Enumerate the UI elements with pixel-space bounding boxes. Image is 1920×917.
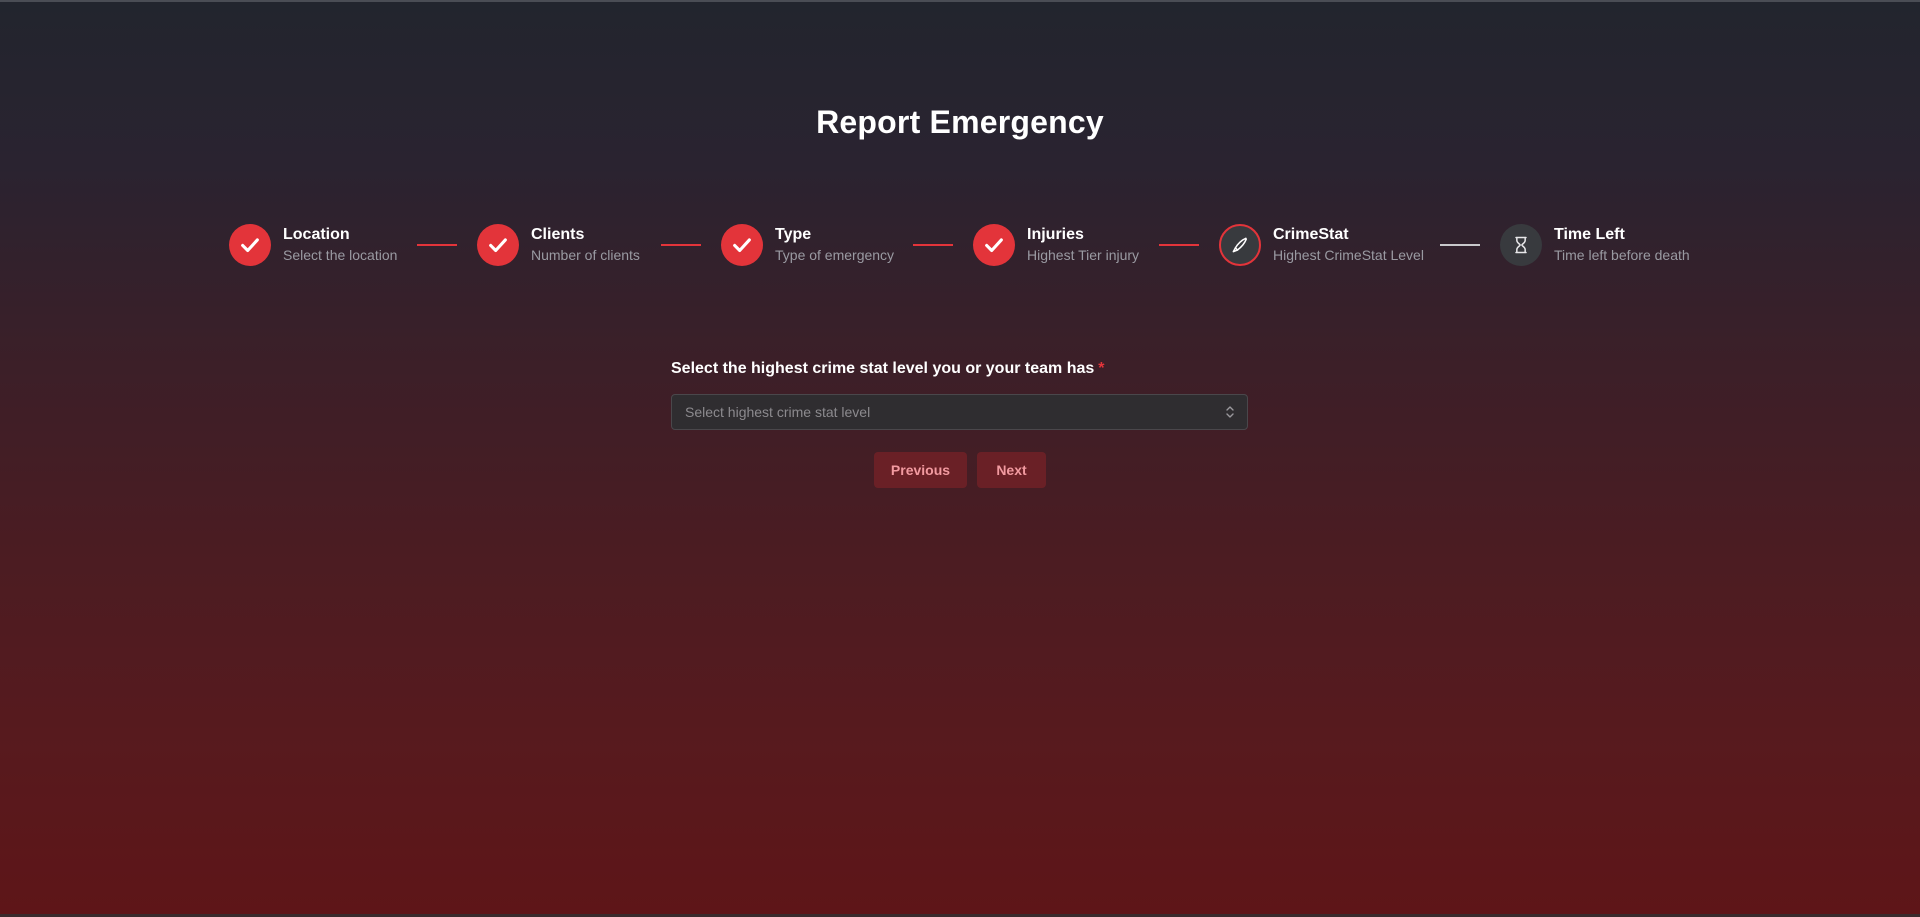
select-placeholder: Select highest crime stat level	[685, 404, 871, 420]
step-description: Highest CrimeStat Level	[1273, 247, 1424, 263]
chevron-up-down-icon	[1225, 405, 1235, 419]
step-connector	[913, 244, 953, 246]
knife-icon	[1232, 237, 1247, 253]
step-title: Injuries	[1027, 226, 1084, 243]
step-title: Clients	[531, 226, 585, 243]
page-title: Report Emergency	[816, 104, 1104, 140]
step-connector	[417, 244, 457, 246]
step-injuries-indicator	[973, 224, 1015, 266]
hourglass-icon	[1515, 236, 1527, 254]
check-icon	[489, 238, 507, 253]
step-location[interactable]: Location Select the location	[229, 222, 397, 268]
crimestat-form: Select the highest crime stat level you …	[671, 358, 1248, 430]
crimestat-label-text: Select the highest crime stat level you …	[671, 360, 1095, 377]
previous-button[interactable]: Previous	[874, 452, 967, 488]
step-location-indicator	[229, 224, 271, 266]
window-top-border	[0, 0, 1920, 2]
stepper: Location Select the location Clients Num…	[0, 222, 1920, 268]
step-title: Time Left	[1554, 226, 1625, 243]
form-navigation: Previous Next	[874, 452, 1046, 488]
step-description: Time left before death	[1554, 247, 1690, 263]
step-description: Number of clients	[531, 247, 640, 263]
step-type-indicator	[721, 224, 763, 266]
step-description: Highest Tier injury	[1027, 247, 1140, 263]
crimestat-field-label: Select the highest crime stat level you …	[671, 358, 1248, 380]
step-time-left[interactable]: Time Left Time left before death	[1500, 222, 1690, 268]
step-clients-indicator	[477, 224, 519, 266]
step-connector	[1159, 244, 1199, 246]
step-connector	[661, 244, 701, 246]
required-indicator: *	[1098, 360, 1105, 377]
step-description: Type of emergency	[775, 247, 895, 263]
step-title: CrimeStat	[1273, 226, 1349, 243]
step-clients[interactable]: Clients Number of clients	[477, 222, 640, 268]
step-crimestat-indicator	[1219, 224, 1261, 266]
step-description: Select the location	[283, 247, 398, 263]
step-title: Location	[283, 226, 350, 243]
step-injuries[interactable]: Injuries Highest Tier injury	[973, 222, 1139, 268]
step-time-left-indicator	[1500, 224, 1542, 266]
step-connector	[1440, 244, 1480, 246]
step-type[interactable]: Type Type of emergency	[721, 222, 894, 268]
next-button[interactable]: Next	[977, 452, 1046, 488]
step-title: Type	[775, 226, 812, 243]
crimestat-level-select[interactable]: Select highest crime stat level	[671, 394, 1248, 430]
check-icon	[241, 238, 259, 253]
step-crimestat[interactable]: CrimeStat Highest CrimeStat Level	[1219, 222, 1424, 268]
check-icon	[985, 238, 1003, 253]
check-icon	[733, 238, 751, 253]
